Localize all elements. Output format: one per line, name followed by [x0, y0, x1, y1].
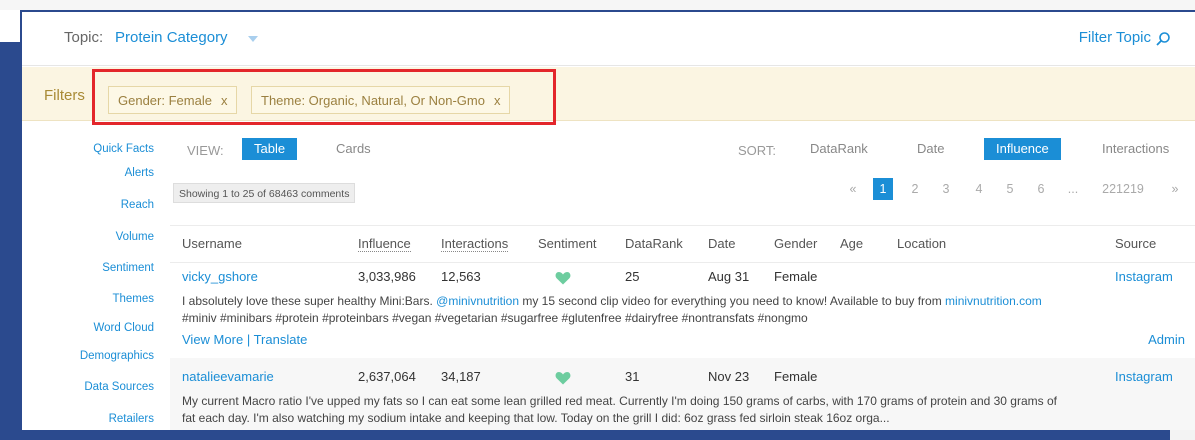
- table-row: vicky_gshore 3,033,986 12,563 25 Aug 31 …: [170, 264, 1195, 356]
- sidebar-item-word-cloud[interactable]: Word Cloud: [93, 322, 154, 334]
- column-header-date: Date: [708, 236, 736, 251]
- frame-left: [0, 42, 20, 440]
- row-influence: 2,637,064: [358, 369, 416, 384]
- row-source-link[interactable]: Instagram: [1115, 369, 1173, 384]
- sidebar-item-volume[interactable]: Volume: [116, 231, 154, 243]
- column-header-influence[interactable]: Influence: [358, 236, 411, 252]
- comments-panel: Topic: Protein Category Filter Topic Fil…: [20, 10, 1195, 430]
- row-comment: My current Macro ratio I've upped my fat…: [182, 393, 1187, 427]
- sort-influence-button[interactable]: Influence: [984, 138, 1061, 160]
- sort-datarank-button[interactable]: DataRank: [798, 138, 880, 160]
- row-source-link[interactable]: Instagram: [1115, 269, 1173, 284]
- row-comment: I absolutely love these super healthy Mi…: [182, 293, 1187, 327]
- filter-topic-link[interactable]: Filter Topic: [1079, 29, 1151, 46]
- column-header-interactions[interactable]: Interactions: [441, 236, 509, 252]
- sidebar-item-quick-facts[interactable]: Quick Facts: [93, 143, 154, 155]
- column-header-username: Username: [182, 236, 242, 251]
- sidebar-item-alerts[interactable]: Alerts: [125, 167, 154, 179]
- topic-selector[interactable]: Protein Category: [115, 29, 228, 46]
- pagination-page-4[interactable]: 4: [972, 178, 986, 200]
- results-count: Showing 1 to 25 of 68463 comments: [173, 183, 356, 203]
- sidebar-item-retailers[interactable]: Retailers: [109, 413, 154, 425]
- action-separator: |: [246, 332, 251, 347]
- pagination-prev-icon[interactable]: «: [846, 178, 860, 200]
- search-icon[interactable]: [1155, 31, 1171, 47]
- view-more-link[interactable]: View More: [182, 332, 243, 347]
- pagination-page-3[interactable]: 3: [939, 178, 953, 200]
- row-date: Nov 23: [708, 369, 750, 384]
- topic-bar: Topic: Protein Category Filter Topic: [22, 12, 1195, 66]
- sort-interactions-button[interactable]: Interactions: [1090, 138, 1181, 160]
- comment-hashtags: #miniv #minibars #protein #proteinbars #…: [182, 311, 808, 325]
- sidebar-item-demographics[interactable]: Demographics: [80, 350, 154, 362]
- pagination-page-6[interactable]: 6: [1034, 178, 1048, 200]
- annotation-highlight-box: [92, 69, 556, 125]
- frame-bottom: [20, 430, 1170, 440]
- column-header-sentiment: Sentiment: [538, 236, 597, 251]
- translate-link[interactable]: Translate: [254, 332, 308, 347]
- sidebar-item-themes[interactable]: Themes: [112, 293, 154, 305]
- pagination-page-2[interactable]: 2: [908, 178, 922, 200]
- pagination-page-1[interactable]: 1: [873, 178, 893, 200]
- row-interactions: 12,563: [441, 269, 481, 284]
- sort-label: SORT:: [738, 143, 777, 158]
- column-header-gender: Gender: [774, 236, 818, 251]
- website-link[interactable]: minivnutrition.com: [945, 294, 1042, 308]
- row-gender: Female: [774, 369, 818, 384]
- row-username[interactable]: natalieevamarie: [182, 369, 274, 384]
- comment-text: my 15 second clip video for everything y…: [519, 294, 946, 308]
- view-table-button[interactable]: Table: [242, 138, 298, 160]
- column-header-source: Source: [1115, 236, 1157, 251]
- pagination-ellipsis: ...: [1067, 182, 1079, 196]
- admin-link[interactable]: Admin: [1148, 332, 1185, 347]
- pagination-last-page[interactable]: 221219: [1098, 178, 1148, 200]
- row-datarank: 25: [625, 269, 640, 284]
- row-influence: 3,033,986: [358, 269, 416, 284]
- row-username[interactable]: vicky_gshore: [182, 269, 258, 284]
- sidebar-item-data-sources[interactable]: Data Sources: [84, 381, 154, 393]
- caret-down-icon[interactable]: [248, 36, 258, 42]
- sidebar-item-sentiment[interactable]: Sentiment: [102, 262, 154, 274]
- heart-icon: [555, 372, 571, 385]
- heart-icon: [555, 272, 571, 285]
- sort-date-button[interactable]: Date: [905, 138, 956, 160]
- row-interactions: 34,187: [441, 369, 481, 384]
- pagination-next-icon[interactable]: »: [1168, 178, 1182, 200]
- column-header-age: Age: [840, 236, 864, 251]
- pagination-page-5[interactable]: 5: [1003, 178, 1017, 200]
- row-actions: View More | Translate: [182, 332, 307, 347]
- sidebar-item-reach[interactable]: Reach: [121, 199, 154, 211]
- column-header-datarank: DataRank: [625, 236, 683, 251]
- table-row: natalieevamarie 2,637,064 34,187 31 Nov …: [170, 358, 1195, 430]
- comment-text: fat each day. I'm also watching my sodiu…: [182, 411, 890, 425]
- frame-top: [0, 0, 1195, 10]
- view-cards-button[interactable]: Cards: [324, 138, 383, 160]
- filter-bar: Filters Gender: Female x Theme: Organic, …: [22, 67, 1195, 125]
- comment-text: My current Macro ratio I've upped my fat…: [182, 394, 1057, 408]
- column-header-location: Location: [897, 236, 947, 251]
- mention-link[interactable]: @minivnutrition: [436, 294, 519, 308]
- view-label: VIEW:: [187, 143, 224, 158]
- row-date: Aug 31: [708, 269, 750, 284]
- table-header: Username Influence Interactions Sentimen…: [170, 225, 1195, 263]
- filters-label: Filters: [44, 87, 85, 104]
- comment-text: I absolutely love these super healthy Mi…: [182, 294, 437, 308]
- row-gender: Female: [774, 269, 818, 284]
- row-datarank: 31: [625, 369, 640, 384]
- topic-label: Topic:: [64, 29, 104, 46]
